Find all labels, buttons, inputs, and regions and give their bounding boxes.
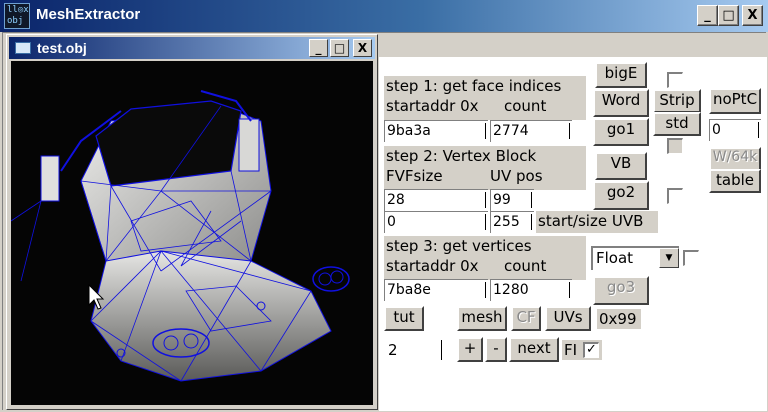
std-button[interactable]: std [653,112,701,136]
document-icon [15,42,31,54]
child-close-button[interactable]: X [353,39,372,57]
mesh-viewport[interactable] [11,61,373,405]
fi-label: FI [564,341,578,359]
table-button[interactable]: table [709,169,761,193]
go2-checkbox[interactable] [667,188,683,204]
mesh-button[interactable]: mesh [457,306,507,331]
strip-checkbox[interactable] [667,72,683,88]
cf-button[interactable]: CF [511,306,541,331]
step1-startaddr-input[interactable]: 9ba3a [384,120,488,142]
viewport-title: test.obj [37,40,87,56]
format-checkbox[interactable] [683,250,699,266]
child-maximize-button[interactable]: □ [330,39,349,57]
go1-button[interactable]: go1 [593,118,649,146]
next-count-input[interactable]: 2 [388,340,442,360]
chevron-down-icon[interactable]: ▼ [659,248,679,268]
minus-button[interactable]: - [485,337,507,362]
step1-group: step 1: get face indices startaddr 0x co… [384,76,586,120]
go2-button[interactable]: go2 [593,181,649,210]
step2-heading: step 2: Vertex Block [386,147,537,165]
uvb-size-input[interactable]: 255 [490,211,534,233]
step2-group: step 2: Vertex Block FVFsize UV pos [384,146,586,190]
step1-startaddr-label: startaddr 0x [386,97,479,115]
format-select[interactable]: Float ▼ [591,246,679,270]
step1-heading: step 1: get face indices [386,77,562,95]
step3-group: step 3: get vertices startaddr 0x count [384,236,586,280]
viewport-titlebar: test.obj _ □ X [9,37,375,59]
noPtC-button[interactable]: noPtC [709,88,761,114]
minimize-button[interactable]: _ [697,5,718,26]
step3-heading: step 3: get vertices [386,237,532,255]
step1-count-label: count [504,97,547,115]
std-checkbox[interactable] [667,138,683,154]
main-titlebar: ll◎x obj MeshExtractor _ □ X [0,0,768,32]
uvs-button[interactable]: UVs [545,306,591,331]
bigE-button[interactable]: bigE [595,62,647,88]
step3-startaddr-label: startaddr 0x [386,257,479,275]
noPtC-input[interactable]: 0 [709,119,761,141]
step3-count-input[interactable]: 1280 [490,279,572,301]
strip-button[interactable]: Strip [653,89,701,113]
uvb-start-input[interactable]: 0 [384,211,488,233]
start-size-uvb-label: start/size UVB [536,211,658,233]
step1-count-input[interactable]: 2774 [490,120,572,142]
plus-button[interactable]: + [457,337,483,362]
go3-button[interactable]: go3 [593,276,649,305]
format-select-value: Float [596,249,634,267]
uv-offset-label: 0x99 [597,309,641,329]
fvfsize-input[interactable]: 28 [384,189,488,211]
viewport-window: test.obj _ □ X [6,34,378,410]
tut-button[interactable]: tut [384,306,424,331]
app-title: MeshExtractor [36,6,141,23]
child-minimize-button[interactable]: _ [309,39,328,57]
maximize-button[interactable]: □ [718,5,739,26]
next-button[interactable]: next [509,337,559,362]
step3-count-label: count [504,257,547,275]
truck-mesh-render [11,90,350,382]
uvpos-input[interactable]: 99 [490,189,534,211]
uvpos-label: UV pos [490,167,543,185]
word-button[interactable]: Word [593,89,649,117]
step3-startaddr-input[interactable]: 7ba8e [384,279,488,301]
w64k-button[interactable]: W/64k [709,147,761,171]
fvfsize-label: FVFsize [386,167,443,185]
vb-button[interactable]: VB [595,152,647,180]
fi-checkbox[interactable]: ✓ [583,342,599,358]
close-button[interactable]: X [742,5,763,26]
app-icon[interactable]: ll◎x obj [4,3,30,29]
